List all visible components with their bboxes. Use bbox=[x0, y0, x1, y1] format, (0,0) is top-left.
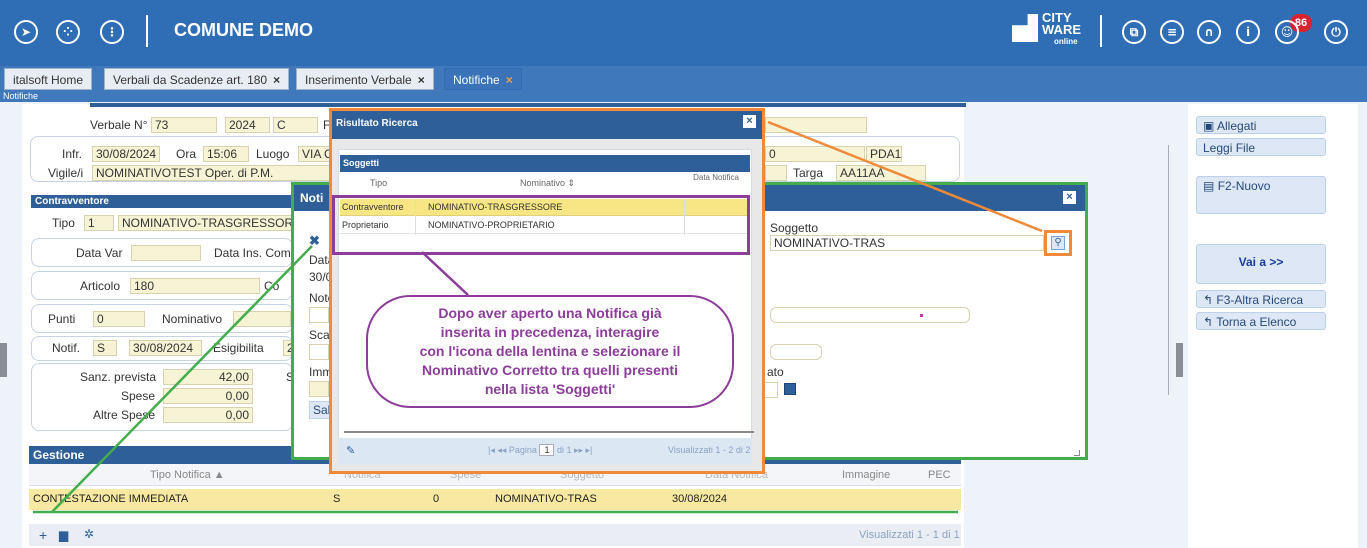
callout-line: nella lista 'Soggetti' bbox=[484, 381, 616, 397]
callout-line: inserita in precedenza, interagire bbox=[440, 324, 660, 340]
callout-line: con l'icona della lentina e selezionare … bbox=[419, 343, 681, 359]
callout-line: Nominativo Corretto tra quelli presenti bbox=[422, 362, 678, 378]
annotation-lines bbox=[33, 120, 1043, 514]
callout-line: Dopo aver aperto una Notifica già bbox=[438, 305, 662, 321]
instruction-callout: Dopo aver aperto una Notifica già inseri… bbox=[366, 295, 734, 408]
